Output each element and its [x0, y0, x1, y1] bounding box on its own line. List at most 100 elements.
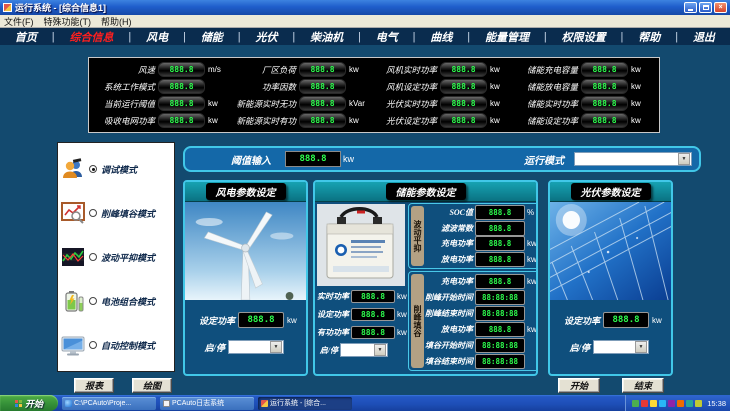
mode-option-peak-shaving[interactable]: 削峰填谷模式 — [61, 201, 171, 225]
pv-run-select[interactable]: ▼ — [593, 340, 649, 354]
nav-separator: | — [292, 31, 295, 43]
field-unit: kw — [490, 65, 512, 74]
tray-icon[interactable] — [659, 400, 666, 407]
restore-button[interactable] — [699, 2, 712, 13]
field-unit: kw — [490, 82, 512, 91]
field-label: 风机设定功率 — [377, 81, 437, 93]
close-button[interactable]: × — [714, 2, 727, 13]
led-display: 888.8 — [581, 62, 628, 77]
app-window: 运行系统 - [综合信息1] × 文件(F) 特殊功能(T) 帮助(H) 首页 … — [0, 0, 730, 411]
field-label: 功率因数 — [236, 81, 296, 93]
tray-icon[interactable] — [668, 400, 675, 407]
report-button[interactable]: 报表 — [74, 378, 114, 393]
tray-icon[interactable] — [686, 400, 693, 407]
nav-pv[interactable]: 光伏 — [255, 29, 277, 45]
overview-field: 光伏实时功率 888.8 kw — [377, 96, 512, 111]
mode-option-fluctuation-smoothing[interactable]: 波动平抑模式 — [61, 245, 171, 269]
nav-wind[interactable]: 风电 — [146, 29, 168, 45]
nav-help[interactable]: 帮助 — [638, 29, 660, 45]
nav-permissions[interactable]: 权限设置 — [562, 29, 606, 45]
field-unit: % — [527, 208, 538, 217]
nav-bar: 首页 | 综合信息 | 风电 | 储能 | 光伏 | 柴油机 | 电气 | 曲线… — [0, 28, 730, 45]
led-display: 888.8 — [603, 312, 649, 328]
group-fields: 充电功率 888.8 kw 削峰开始时间 88:88:88 削峰结束时间 — [425, 273, 538, 369]
menu-file[interactable]: 文件(F) — [4, 15, 34, 28]
storage-panel-header: 储能参数设定 — [315, 182, 536, 202]
mode-select-panel: 调试模式 削峰填谷模式 — [57, 142, 175, 372]
storage-right-column: 波动平抑 SOC值 888.8 % 滤波常数 888.8 — [407, 202, 538, 374]
charge-power-row: 充电功率 888.8 kw — [425, 274, 538, 289]
chevron-down-icon: ▼ — [678, 153, 690, 165]
radio-button[interactable] — [89, 297, 97, 305]
field-label: 启/停 — [554, 341, 590, 354]
led-display: 888.8 — [351, 308, 395, 321]
start-menu-button[interactable]: 开始 — [0, 395, 58, 411]
storage-run-select[interactable]: ▼ — [340, 343, 388, 357]
run-mode-select[interactable]: ▼ — [574, 152, 692, 166]
menu-help[interactable]: 帮助(H) — [101, 15, 132, 28]
overview-field: 厂区负荷 888.8 kw — [236, 62, 371, 77]
field-label: 系统工作模式 — [95, 81, 155, 93]
field-label: 光伏实时功率 — [377, 98, 437, 110]
led-display: 888.8 — [158, 62, 205, 77]
field-unit: kw — [527, 325, 538, 334]
nav-home[interactable]: 首页 — [15, 29, 37, 45]
led-display: 88:88:88 — [475, 290, 525, 305]
wind-run-select[interactable]: ▼ — [228, 340, 284, 354]
window-title: 运行系统 - [综合信息1] — [15, 1, 106, 14]
field-label: 光伏设定功率 — [377, 115, 437, 127]
field-unit: kw — [527, 277, 538, 286]
radio-button[interactable] — [89, 209, 97, 217]
tray-icon[interactable] — [650, 400, 657, 407]
overview-field: 吸收电网功率 888.8 kw — [95, 113, 230, 128]
nav-storage[interactable]: 储能 — [201, 29, 223, 45]
battery-image — [317, 204, 405, 286]
nav-exit[interactable]: 退出 — [693, 29, 715, 45]
overview-field: 光伏设定功率 888.8 kw — [377, 113, 512, 128]
tray-icon[interactable] — [641, 400, 648, 407]
tray-icon[interactable] — [677, 400, 684, 407]
led-display: 88:88:88 — [475, 354, 525, 369]
draw-button[interactable]: 绘图 — [132, 378, 172, 393]
mode-option-battery-combination[interactable]: 电池组合模式 — [61, 289, 171, 313]
radio-button[interactable] — [89, 253, 97, 261]
field-label: 填谷开始时间 — [425, 340, 473, 351]
menu-special-functions[interactable]: 特殊功能(T) — [44, 15, 92, 28]
threshold-input[interactable]: 888.8 — [285, 151, 341, 167]
taskbar-task-explorer[interactable]: C:\PCAuto\Proje... — [62, 397, 156, 410]
nav-electrical[interactable]: 电气 — [376, 29, 398, 45]
storage-settings-panel: 储能参数设定 — [313, 180, 538, 376]
nav-energy-management[interactable]: 能量管理 — [485, 29, 529, 45]
end-button[interactable]: 结束 — [622, 378, 664, 393]
mode-option-auto-control[interactable]: 自动控制模式 — [61, 333, 171, 357]
minimize-button[interactable] — [684, 2, 697, 13]
taskbar-task-log-system[interactable]: PCAuto日志系统 — [160, 397, 254, 410]
windows-logo-icon — [15, 400, 22, 407]
tray-icon[interactable] — [695, 400, 702, 407]
nav-separator: | — [467, 31, 470, 43]
nav-diesel[interactable]: 柴油机 — [310, 29, 343, 45]
overview-field: 新能源实时有功 888.8 kw — [236, 113, 371, 128]
pv-run-row: 启/停 ▼ — [554, 340, 667, 354]
nav-overview[interactable]: 综合信息 — [70, 29, 114, 45]
radio-button[interactable] — [89, 341, 97, 349]
discharge-power-row: 放电功率 888.8 kw — [425, 322, 538, 337]
overview-field: 风机设定功率 888.8 kw — [377, 79, 512, 94]
led-display: 888.8 — [440, 113, 487, 128]
field-unit: kVar — [349, 99, 371, 108]
radio-button[interactable] — [89, 165, 97, 173]
taskbar-task-run-system[interactable]: 运行系统 - [综合... — [258, 397, 352, 410]
tray-icon[interactable] — [632, 400, 639, 407]
start-button[interactable]: 开始 — [558, 378, 600, 393]
nav-curves[interactable]: 曲线 — [430, 29, 452, 45]
overview-field: 风速 888.8 m/s — [95, 62, 230, 77]
overview-field: 储能设定功率 888.8 kw — [518, 113, 653, 128]
field-label: 填谷结束时间 — [425, 356, 473, 367]
led-display: 888.8 — [475, 205, 525, 220]
storage-panel-body: 实时功率 888.8 kw 设定功率 888.8 kw 有功功率 888.8 k… — [315, 202, 536, 374]
app-icon — [3, 3, 12, 12]
pv-set-power-row: 设定功率 888.8 kw — [554, 312, 667, 328]
system-tray: 15:38 — [625, 395, 730, 411]
led-display: 888.8 — [475, 236, 525, 251]
mode-option-debug[interactable]: 调试模式 — [61, 157, 171, 181]
